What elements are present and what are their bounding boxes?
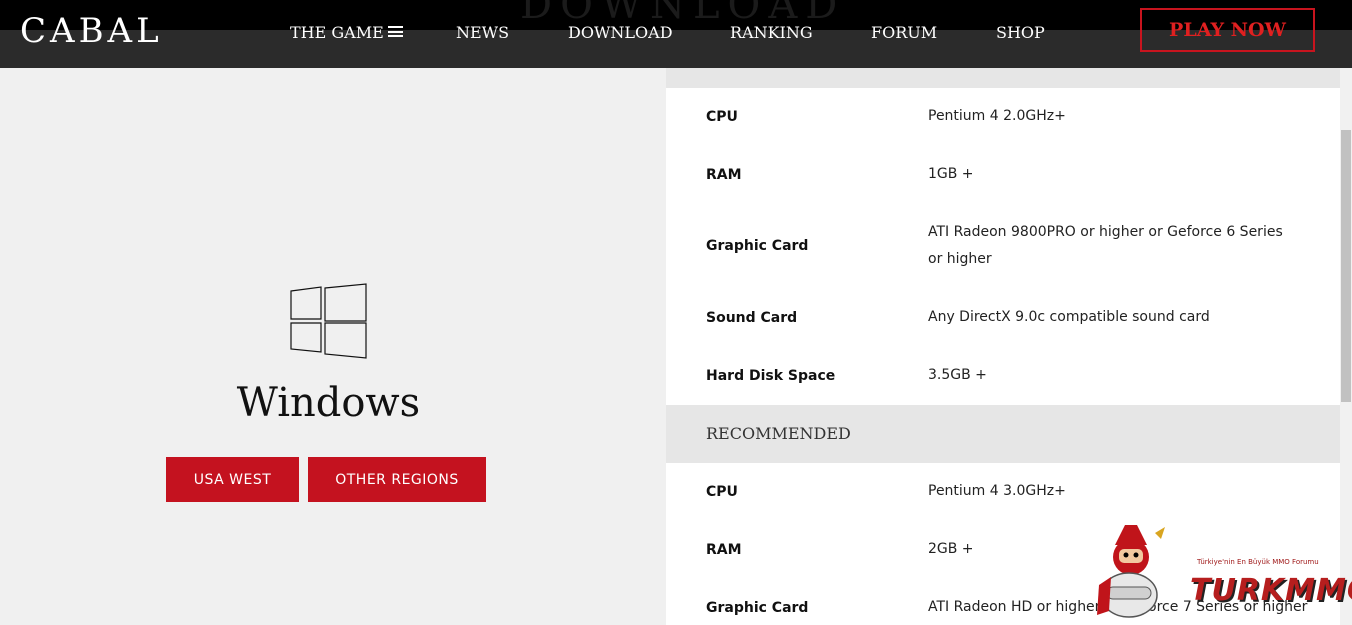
usa-west-button[interactable]: USA WEST — [166, 457, 299, 502]
spec-label: Graphic Card — [706, 238, 809, 254]
play-now-button[interactable]: PLAY NOW — [1140, 8, 1315, 52]
spec-value: 1GB + — [928, 166, 974, 182]
spec-label: CPU — [706, 484, 738, 500]
spec-label: Hard Disk Space — [706, 368, 836, 384]
watermark-logo: TURKMMO — [1190, 573, 1352, 608]
spec-label: RAM — [706, 167, 742, 183]
windows-icon — [290, 283, 367, 359]
spec-label: Sound Card — [706, 310, 798, 326]
nav-item-shop[interactable]: SHOP — [996, 23, 1045, 42]
cabal-logo[interactable]: CABAL — [20, 14, 163, 48]
nav-item-label: THE GAME — [290, 23, 384, 42]
other-regions-button[interactable]: OTHER REGIONS — [308, 457, 486, 502]
recommended-heading: RECOMMENDED — [666, 405, 1340, 463]
scrollbar-thumb[interactable] — [1341, 130, 1351, 402]
spec-value: ATI Radeon 9800PRO or higher or Geforce … — [928, 224, 1283, 267]
spec-label: RAM — [706, 542, 742, 558]
platform-name: Windows — [236, 380, 421, 426]
nav-item-ranking[interactable]: RANKING — [730, 23, 813, 42]
nav-item-the-game[interactable]: THE GAME — [290, 23, 403, 42]
spec-value: Pentium 4 2.0GHz+ — [928, 108, 1066, 124]
spec-value: Any DirectX 9.0c compatible sound card — [928, 309, 1210, 325]
spec-value: 3.5GB + — [928, 367, 987, 383]
mascot-icon — [1097, 525, 1165, 618]
spec-label: Graphic Card — [706, 600, 809, 616]
top-navigation-bar: DOWNLOAD CABAL THE GAME NEWS DOWNLOAD RA… — [0, 0, 1352, 68]
spec-value: Pentium 4 3.0GHz+ — [928, 483, 1066, 499]
nav-item-download[interactable]: DOWNLOAD — [568, 23, 673, 42]
spec-label: CPU — [706, 109, 738, 125]
nav-item-news[interactable]: NEWS — [456, 23, 509, 42]
hamburger-menu-icon — [387, 26, 403, 37]
nav-item-forum[interactable]: FORUM — [871, 23, 937, 42]
watermark-tagline: Türkiye'nin En Büyük MMO Forumu — [1197, 558, 1319, 566]
